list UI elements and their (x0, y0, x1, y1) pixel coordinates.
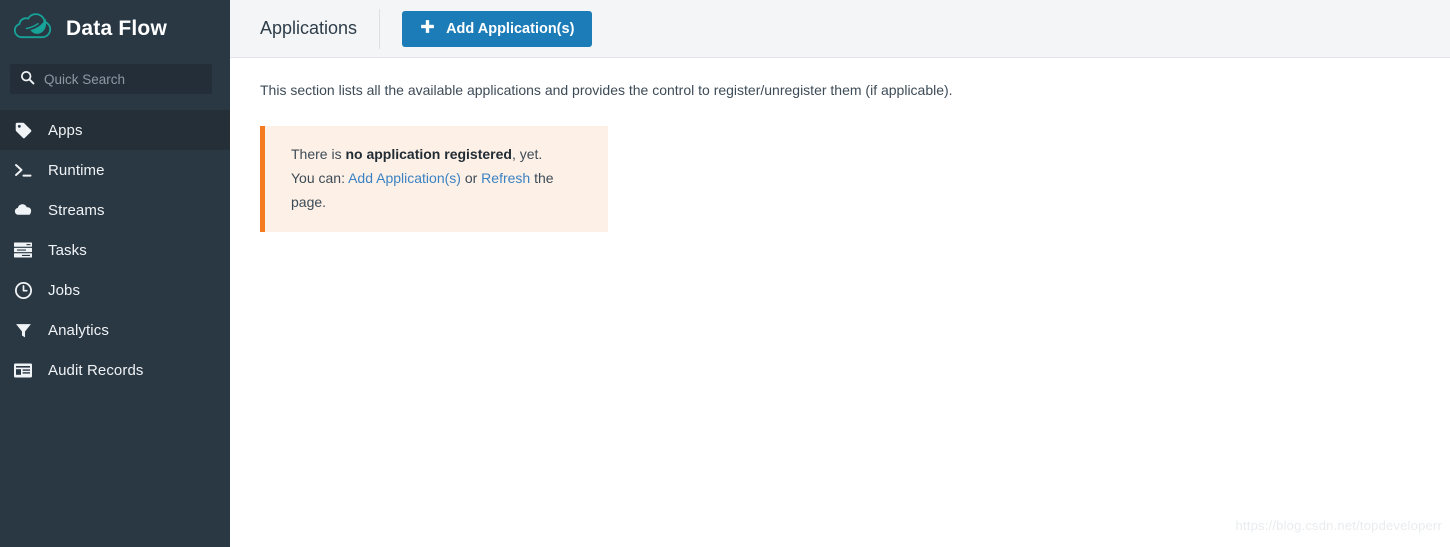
watermark: https://blog.csdn.net/topdeveloperr (1235, 518, 1442, 533)
application-window: Data Flow Quick Search Apps Runtime Stre… (0, 0, 1450, 547)
brand-header[interactable]: Data Flow (0, 0, 230, 58)
topbar-divider (379, 8, 381, 49)
list-icon (12, 359, 34, 381)
spring-cloud-leaf-logo-icon (14, 12, 54, 46)
sidebar-item-label: Streams (48, 201, 105, 219)
search-icon (20, 70, 35, 88)
sidebar-item-label: Analytics (48, 321, 109, 339)
cloud-icon (12, 199, 34, 221)
top-bar: Applications Add Application(s) (230, 0, 1450, 58)
content-area: This section lists all the available app… (230, 58, 1450, 547)
refresh-link[interactable]: Refresh (481, 170, 530, 186)
funnel-icon (12, 319, 34, 341)
no-applications-alert: There is no application registered, yet.… (260, 126, 608, 232)
alert-line-2: You can: Add Application(s) or Refresh t… (291, 166, 590, 214)
sidebar-item-label: Apps (48, 121, 83, 139)
add-application-button[interactable]: Add Application(s) (402, 10, 593, 47)
plus-icon (420, 19, 435, 38)
alert-line1-suffix: , yet. (511, 146, 543, 162)
add-application-button-label: Add Application(s) (446, 20, 575, 37)
sidebar-navigation: Apps Runtime Streams Tasks Jobs Analytic… (0, 110, 230, 390)
sidebar-item-label: Tasks (48, 241, 87, 259)
add-application-link[interactable]: Add Application(s) (348, 170, 461, 186)
quick-search-box[interactable] (10, 64, 212, 94)
sidebar-item-audit-records[interactable]: Audit Records (0, 350, 230, 390)
sidebar-item-analytics[interactable]: Analytics (0, 310, 230, 350)
alert-line2-prefix: You can: (291, 170, 349, 186)
alert-line2-middle: or (460, 170, 482, 186)
sidebar-item-streams[interactable]: Streams (0, 190, 230, 230)
sidebar-item-jobs[interactable]: Jobs (0, 270, 230, 310)
sidebar-item-tasks[interactable]: Tasks (0, 230, 230, 270)
quick-search-container (0, 58, 230, 104)
clock-icon (12, 279, 34, 301)
tag-icon (12, 119, 34, 141)
sidebar: Data Flow Quick Search Apps Runtime Stre… (0, 0, 230, 547)
sidebar-item-label: Jobs (48, 281, 81, 299)
alert-line1-prefix: There is (291, 146, 346, 162)
terminal-icon (12, 159, 34, 181)
sidebar-item-runtime[interactable]: Runtime (0, 150, 230, 190)
alert-line-1: There is no application registered, yet. (291, 142, 590, 166)
main-area: Applications Add Application(s) This sec… (230, 0, 1450, 547)
brand-title: Data Flow (66, 17, 167, 40)
quick-search-input[interactable] (44, 71, 202, 87)
sidebar-item-label: Runtime (48, 161, 105, 179)
section-description: This section lists all the available app… (260, 82, 953, 98)
sidebar-item-apps[interactable]: Apps (0, 110, 230, 150)
alert-line1-strong: no application registered (345, 146, 512, 162)
sidebar-item-label: Audit Records (48, 361, 144, 379)
page-title: Applications (260, 18, 358, 38)
server-icon (12, 239, 34, 261)
